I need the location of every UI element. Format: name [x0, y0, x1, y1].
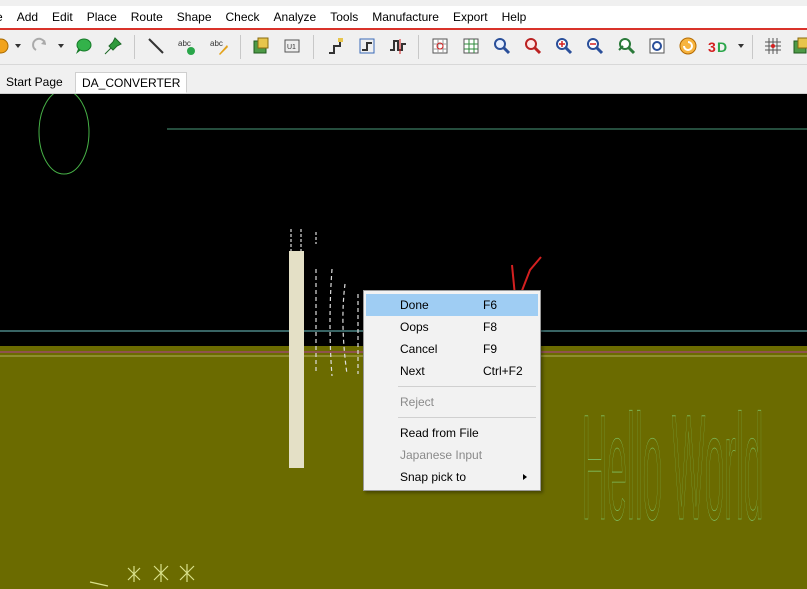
menu-help[interactable]: Help	[495, 6, 534, 28]
toolbar-separator	[418, 35, 419, 59]
menu-item-label: Japanese Input	[400, 448, 483, 462]
place-component-icon[interactable]	[790, 35, 807, 57]
redo-icon[interactable]	[30, 35, 52, 57]
menu-item-shortcut: Ctrl+F2	[483, 364, 523, 378]
menu-bar: e Add Edit Place Route Shape Check Analy…	[0, 6, 807, 28]
svg-text:abc: abc	[210, 39, 223, 48]
edit-text-icon[interactable]: abc	[208, 35, 230, 57]
context-menu-japanese-input: Japanese Input	[366, 444, 538, 466]
toolbar-separator	[313, 35, 314, 59]
menu-route[interactable]: Route	[124, 6, 170, 28]
add-connect-icon[interactable]	[325, 35, 347, 57]
svg-text:U1: U1	[287, 44, 296, 51]
zoom-in-icon[interactable]	[553, 35, 575, 57]
silkscreen-text: Hello World	[582, 384, 764, 552]
open-icon[interactable]	[0, 35, 12, 57]
menu-item-label: Oops	[400, 320, 429, 334]
context-menu-oops[interactable]: Oops F8	[366, 316, 538, 338]
tab-bar: Start Page DA_CONVERTER	[0, 65, 807, 94]
menu-tools[interactable]: Tools	[323, 6, 365, 28]
svg-text:3: 3	[708, 39, 716, 55]
pin-icon[interactable]	[102, 35, 124, 57]
menu-edit[interactable]: Edit	[45, 6, 80, 28]
menu-add[interactable]: Add	[10, 6, 45, 28]
menu-item-label: Done	[400, 298, 429, 312]
chevron-down-icon[interactable]	[15, 44, 21, 48]
context-menu-next[interactable]: Next Ctrl+F2	[366, 360, 538, 382]
menu-manufacture[interactable]: Manufacture	[365, 6, 446, 28]
menu-item-label: Snap pick to	[400, 470, 467, 484]
context-menu-snap-pick-to[interactable]: Snap pick to	[366, 466, 538, 488]
menu-item-shortcut: F8	[483, 320, 498, 334]
place-u1-icon[interactable]: U1	[281, 35, 303, 57]
context-menu-done[interactable]: Done F6	[366, 294, 538, 316]
submenu-arrow-icon	[523, 474, 527, 480]
toolbar-separator	[134, 35, 135, 59]
add-text-icon[interactable]: abc	[176, 35, 198, 57]
menu-place[interactable]: Place	[80, 6, 124, 28]
grid-icon[interactable]	[429, 35, 451, 57]
context-menu-cancel[interactable]: Cancel F9	[366, 338, 538, 360]
zoom-out-icon[interactable]	[584, 35, 606, 57]
asterisk-marks	[89, 564, 195, 587]
menu-item-shortcut: F6	[483, 298, 498, 312]
redraw-icon[interactable]	[646, 35, 668, 57]
menu-item-label: Cancel	[400, 342, 438, 356]
menu-shape[interactable]: Shape	[170, 6, 219, 28]
chevron-down-icon[interactable]	[58, 44, 64, 48]
delay-tune-icon[interactable]	[387, 35, 409, 57]
highlight-icon[interactable]	[72, 35, 94, 57]
place-component-icon[interactable]	[250, 35, 272, 57]
text-outline	[290, 229, 317, 251]
tab-start-page[interactable]: Start Page	[0, 72, 69, 92]
menu-check[interactable]: Check	[219, 6, 267, 28]
toolbar: abc abc U1 3D	[0, 30, 807, 65]
component-body	[289, 251, 304, 468]
svg-text:D: D	[717, 39, 727, 55]
context-menu-reject: Reject	[366, 391, 538, 413]
add-line-icon[interactable]	[145, 35, 167, 57]
menu-item-shortcut: F9	[483, 342, 498, 356]
text-outline	[315, 268, 359, 377]
toolbar-separator	[752, 35, 753, 59]
menu-item-label: Reject	[400, 395, 435, 409]
zoom-previous-icon[interactable]	[615, 35, 637, 57]
menu-analyze[interactable]: Analyze	[267, 6, 324, 28]
menu-separator	[398, 386, 536, 387]
tab-da-converter[interactable]: DA_CONVERTER	[75, 72, 188, 93]
zoom-world-icon[interactable]	[522, 35, 544, 57]
context-menu-read-from-file[interactable]: Read from File	[366, 422, 538, 444]
zoom-fit-icon[interactable]	[460, 35, 482, 57]
chevron-down-icon[interactable]	[738, 44, 744, 48]
grid-toggle-icon[interactable]	[762, 35, 784, 57]
context-menu: Done F6 Oops F8 Cancel F9 Next Ctrl+F2 R…	[363, 290, 541, 491]
design-canvas[interactable]: Hello World Done F6 Oops F8 Cancel F9 Ne…	[0, 94, 807, 589]
menu-item-label: Read from File	[400, 426, 479, 440]
3d-view-icon[interactable]: 3D	[707, 35, 729, 57]
circle-shape	[38, 94, 90, 175]
menu-item-label: Next	[400, 364, 425, 378]
refresh-icon[interactable]	[677, 35, 699, 57]
zoom-points-icon[interactable]	[491, 35, 513, 57]
menu-file[interactable]: e	[0, 6, 10, 28]
menu-export[interactable]: Export	[446, 6, 495, 28]
menu-separator	[398, 417, 536, 418]
svg-text:abc: abc	[178, 39, 191, 48]
toolbar-separator	[240, 35, 241, 59]
slide-icon[interactable]	[356, 35, 378, 57]
